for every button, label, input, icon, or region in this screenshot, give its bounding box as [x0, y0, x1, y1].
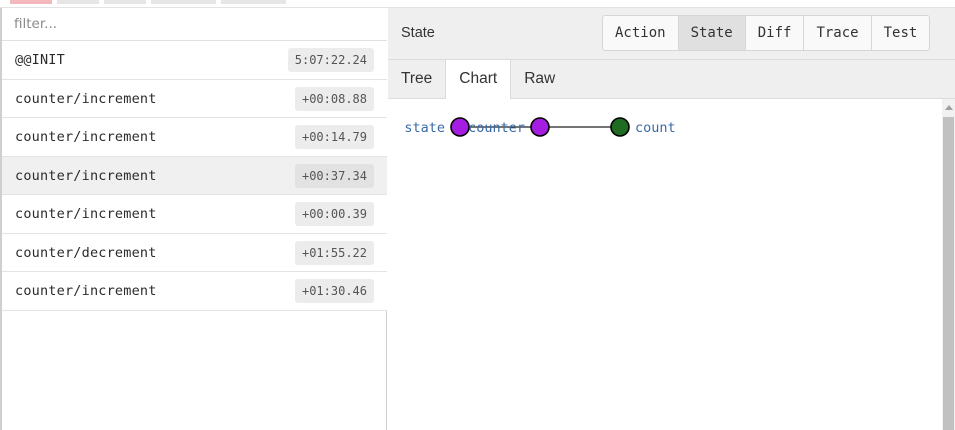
toolbar-segment[interactable]: [151, 0, 216, 4]
tree-node-circle[interactable]: [530, 117, 550, 137]
tree-node-count[interactable]: count: [610, 117, 676, 137]
tab-diff[interactable]: Diff: [746, 16, 805, 50]
scroll-thumb[interactable]: [943, 117, 954, 430]
toolbar-segment[interactable]: [221, 0, 286, 4]
filter-input[interactable]: [2, 8, 387, 40]
action-timestamp-badge: +00:14.79: [294, 125, 374, 149]
action-name: counter/increment: [15, 283, 157, 299]
state-chart-svg: state counter count: [404, 117, 676, 137]
action-list-pane: @@INIT 5:07:22.24 counter/increment +00:08.…: [0, 8, 387, 430]
action-list-item[interactable]: counter/decrement +01:55.22: [2, 233, 387, 272]
action-name: counter/increment: [15, 129, 157, 145]
tree-node-counter[interactable]: counter: [468, 117, 550, 137]
action-name: counter/increment: [15, 167, 157, 184]
inspector-mode-tabs: Action State Diff Trace Test: [602, 15, 931, 51]
action-list-item[interactable]: counter/increment +00:08.88: [2, 79, 387, 118]
toolbar-segment[interactable]: [57, 0, 99, 4]
inspector-title: State: [401, 25, 435, 41]
action-name: @@INIT: [15, 52, 65, 68]
tab-trace[interactable]: Trace: [804, 16, 872, 50]
inspector-pane: State Action State Diff Trace Test Tree Chart…: [388, 8, 955, 430]
toolbar-segment-record[interactable]: [10, 0, 52, 4]
action-timestamp-badge: +01:55.22: [294, 240, 374, 265]
tree-node-label: state: [404, 120, 445, 136]
tree-node-circle[interactable]: [610, 117, 630, 137]
action-name: counter/decrement: [15, 244, 157, 261]
action-list: @@INIT 5:07:22.24 counter/increment +00:08.…: [2, 41, 387, 311]
action-list-item[interactable]: @@INIT 5:07:22.24: [2, 41, 387, 80]
action-name: counter/increment: [15, 90, 157, 107]
toolbar-segment[interactable]: [104, 0, 146, 4]
state-chart: state counter count: [388, 99, 955, 430]
subtab-tree[interactable]: Tree: [388, 60, 445, 99]
scroll-up-arrow-icon[interactable]: [945, 105, 953, 110]
tab-action[interactable]: Action: [603, 16, 679, 50]
action-timestamp-badge: +00:00.39: [294, 202, 374, 226]
action-timestamp-badge: +01:30.46: [294, 279, 374, 303]
action-list-item[interactable]: counter/increment +01:30.46: [2, 272, 387, 311]
inspector-header: State Action State Diff Trace Test: [388, 8, 955, 60]
action-timestamp-badge: +00:37.34: [294, 163, 374, 188]
subtab-chart[interactable]: Chart: [445, 60, 512, 100]
tab-state[interactable]: State: [678, 16, 746, 50]
tree-node-state[interactable]: state: [404, 117, 470, 137]
state-view-tabs: Tree Chart Raw: [388, 60, 955, 100]
chart-scrollbar[interactable]: [942, 99, 955, 430]
action-list-item[interactable]: counter/increment +00:00.39: [2, 195, 387, 234]
tree-node-label: count: [635, 120, 676, 136]
action-name: counter/increment: [15, 206, 157, 222]
subtab-raw[interactable]: Raw: [511, 60, 568, 99]
action-timestamp-badge: +00:08.88: [294, 86, 374, 111]
action-timestamp-badge: 5:07:22.24: [287, 48, 374, 72]
filter-bar: [2, 8, 387, 41]
tree-node-label: counter: [468, 120, 525, 136]
tab-test[interactable]: Test: [872, 16, 930, 50]
top-toolbar-strip: [0, 0, 955, 8]
action-list-item[interactable]: counter/increment +00:14.79: [2, 118, 387, 157]
action-list-item[interactable]: counter/increment +00:37.34: [2, 156, 387, 195]
tree-node-circle[interactable]: [450, 117, 470, 137]
